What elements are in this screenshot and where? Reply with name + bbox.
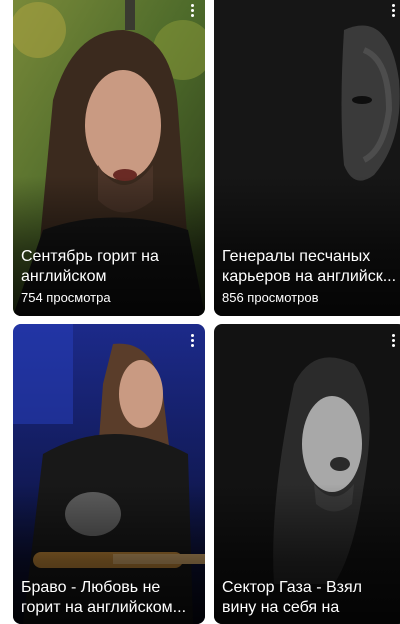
more-vert-icon[interactable] (183, 332, 201, 354)
video-title[interactable]: Браво - Любовь не горит на английском... (21, 578, 197, 618)
more-vert-icon[interactable] (384, 332, 400, 354)
video-card-3[interactable]: Браво - Любовь не горит на английском... (13, 324, 205, 624)
view-count: 856 просмотров (222, 290, 319, 305)
video-card-4[interactable]: Сектор Газа - Взял вину на себя на англи… (214, 324, 400, 624)
video-title[interactable]: Сентябрь горит на английском (21, 247, 197, 287)
more-vert-icon[interactable] (384, 2, 400, 24)
video-title[interactable]: Генералы песчаных карьеров на английск..… (222, 247, 398, 287)
video-card-1[interactable]: Сентябрь горит на английском 754 просмот… (13, 0, 205, 316)
view-count: 754 просмотра (21, 290, 111, 305)
more-vert-icon[interactable] (183, 2, 201, 24)
video-title[interactable]: Сектор Газа - Взял вину на себя на англи… (222, 578, 398, 618)
video-card-2[interactable]: Генералы песчаных карьеров на английск..… (214, 0, 400, 316)
